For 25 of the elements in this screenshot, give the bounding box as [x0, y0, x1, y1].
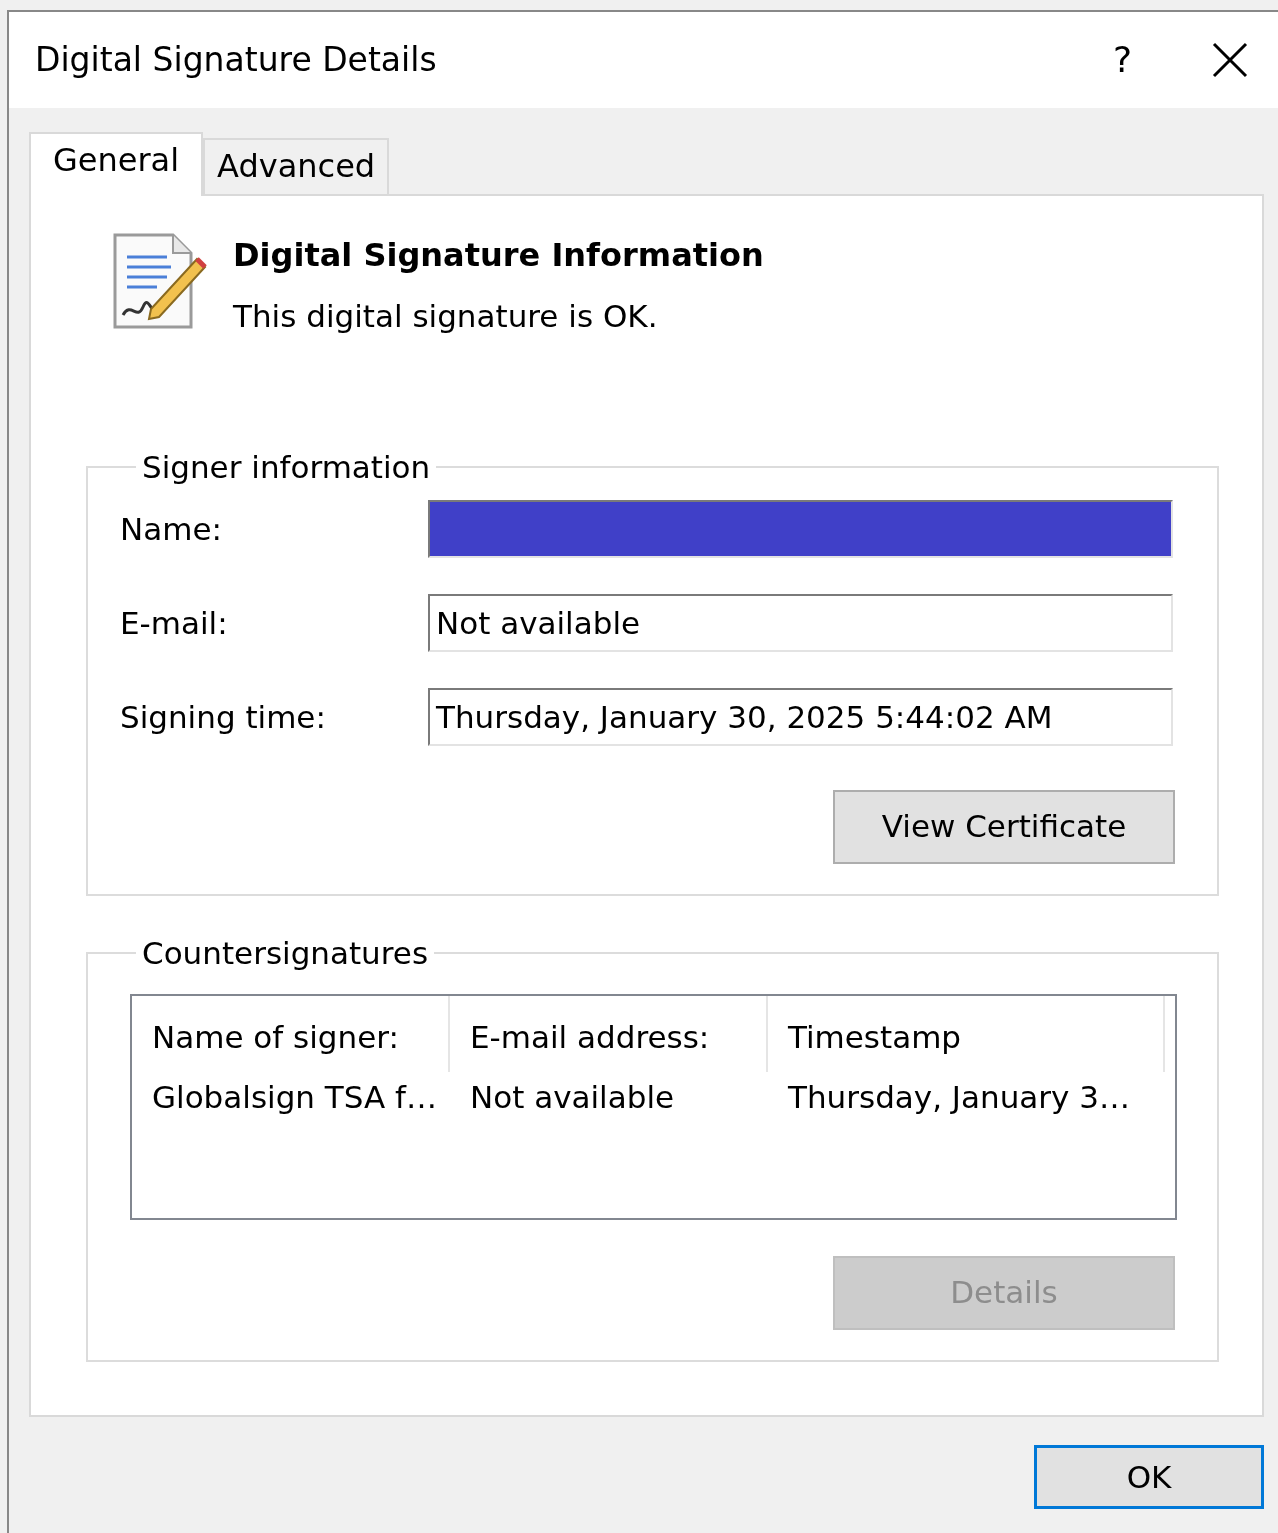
text-field[interactable]: Not available [428, 593, 1173, 652]
field-label: Signing time: [120, 697, 327, 737]
signed-document-icon [111, 231, 207, 331]
help-button[interactable]: ? [1112, 33, 1132, 87]
field-label: E-mail: [120, 603, 229, 643]
group-title: Countersignatures [141, 935, 430, 970]
field-label: Name: [120, 509, 223, 549]
text-field[interactable]: Thursday, January 30, 2025 5:44:02 AM [428, 687, 1173, 746]
list-cell-text: Thursday, January 3… [787, 1077, 1131, 1117]
close-icon[interactable] [1212, 42, 1248, 78]
window-title: Digital Signature Details [35, 39, 437, 82]
status-message: This digital signature is OK. [233, 297, 659, 336]
countersignature-list[interactable]: Name of signer: E-mail address: Timestamp Globalsign TSA f… Not available Thursday, January 3… [130, 993, 1177, 1220]
list-cell-text: Not available [469, 1077, 676, 1117]
group-title: Signer information [141, 449, 432, 484]
view-certificate-button[interactable]: View Certificate [833, 789, 1175, 864]
column-header[interactable]: Name of signer: [132, 995, 450, 1072]
tab[interactable]: General [29, 132, 204, 196]
column-header[interactable]: E-mail address: [450, 995, 768, 1072]
tab[interactable]: Advanced [203, 138, 390, 194]
section-title: Digital Signature Information [233, 235, 764, 276]
ok-button[interactable]: OK [1034, 1445, 1264, 1509]
list-cell-text: Globalsign TSA f… [151, 1077, 438, 1117]
redacted-field[interactable] [428, 499, 1173, 558]
column-header[interactable]: Timestamp [768, 995, 1165, 1072]
